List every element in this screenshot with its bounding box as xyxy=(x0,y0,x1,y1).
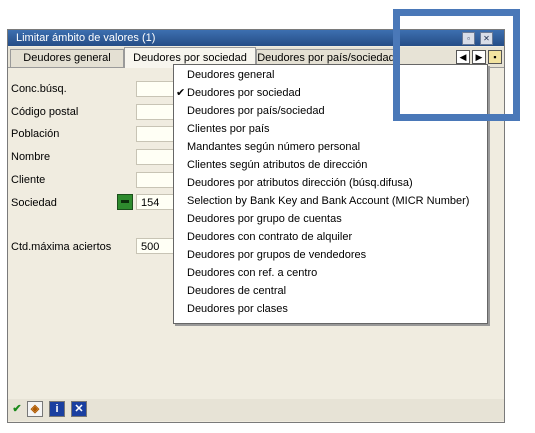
sociedad-input[interactable]: 154 xyxy=(136,194,176,210)
menu-item-label: Clientes por país xyxy=(187,123,270,135)
menu-item-label: Deudores con ref. a centro xyxy=(187,267,318,279)
menu-item-label: Mandantes según número personal xyxy=(187,141,361,153)
check-icon[interactable]: ✔ xyxy=(9,401,25,417)
conc-busq-input[interactable] xyxy=(136,81,176,97)
label-poblacion: Población xyxy=(11,128,60,140)
menu-item-label: Deudores por sociedad xyxy=(187,87,301,99)
label-ctd-maxima-aciertos: Ctd.máxima aciertos xyxy=(11,241,112,253)
menu-item-label: Deudores de central xyxy=(187,285,287,297)
menu-item[interactable]: Deudores con contrato de alquiler xyxy=(174,228,487,246)
label-nombre: Nombre xyxy=(11,151,51,163)
menu-item[interactable]: Deudores de central xyxy=(174,282,487,300)
bottom-toolbar: ✔ ◈ i ✕ xyxy=(8,399,504,421)
poblacion-input[interactable] xyxy=(136,126,176,142)
codigo-postal-input[interactable] xyxy=(136,104,176,120)
tab-deudores-general[interactable]: Deudores general xyxy=(10,49,124,67)
info-icon[interactable]: i xyxy=(49,401,65,417)
label-cliente: Cliente xyxy=(11,174,46,186)
tab-label: Deudores por país/sociedad xyxy=(257,52,395,64)
menu-item[interactable]: Deudores por grupos de vendedores xyxy=(174,246,487,264)
menu-item-label: Deudores por grupos de vendedores xyxy=(187,249,367,261)
menu-item[interactable]: Selection by Bank Key and Bank Account (… xyxy=(174,192,487,210)
tab-label: Deudores por sociedad xyxy=(133,52,247,64)
label-codigo-postal: Código postal xyxy=(11,106,79,118)
highlight-box xyxy=(393,9,520,121)
multiple-selection-icon xyxy=(121,200,129,203)
label-conc-busq: Conc.búsq. xyxy=(11,83,67,95)
menu-item-label: Deudores con contrato de alquiler xyxy=(187,231,353,243)
menu-item-label: Deudores por clases xyxy=(187,303,288,315)
menu-item-label: Clientes según atributos de dirección xyxy=(187,159,368,171)
window-title: Limitar ámbito de valores (1) xyxy=(16,32,156,44)
menu-item-label: Selection by Bank Key and Bank Account (… xyxy=(187,195,470,207)
menu-item[interactable]: Deudores por grupo de cuentas xyxy=(174,210,487,228)
menu-item[interactable]: Deudores por clases xyxy=(174,300,487,318)
cliente-input[interactable] xyxy=(136,172,176,188)
menu-item[interactable]: Clientes por país xyxy=(174,120,487,138)
binoculars-icon[interactable]: ◈ xyxy=(27,401,43,417)
menu-item[interactable]: Deudores con ref. a centro xyxy=(174,264,487,282)
label-sociedad: Sociedad xyxy=(11,197,57,209)
menu-item-label: Deudores general xyxy=(187,69,275,81)
multiple-selection-button[interactable] xyxy=(117,194,133,210)
checkmark-icon: ✔ xyxy=(176,87,186,99)
cancel-icon[interactable]: ✕ xyxy=(71,401,87,417)
menu-item[interactable]: Deudores por atributos dirección (búsq.d… xyxy=(174,174,487,192)
menu-item-label: Deudores por atributos dirección (búsq.d… xyxy=(187,177,413,189)
nombre-input[interactable] xyxy=(136,149,176,165)
menu-item-label: Deudores por grupo de cuentas xyxy=(187,213,342,225)
tab-label: Deudores general xyxy=(23,52,111,64)
menu-item-label: Deudores por país/sociedad xyxy=(187,105,325,117)
max-hits-input[interactable]: 500 xyxy=(136,238,176,254)
menu-item[interactable]: Clientes según atributos de dirección xyxy=(174,156,487,174)
menu-item[interactable]: Mandantes según número personal xyxy=(174,138,487,156)
